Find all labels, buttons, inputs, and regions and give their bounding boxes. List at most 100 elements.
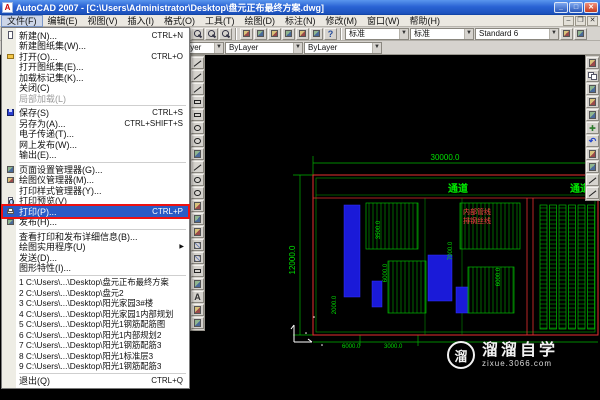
text-style-combo[interactable]: 标准 ▼ — [345, 27, 409, 40]
insert-block-button[interactable] — [191, 200, 204, 212]
polygon-button[interactable] — [191, 96, 204, 108]
draw-toolbar — [190, 55, 205, 331]
dim-6000a-label: 6000.0 — [383, 263, 389, 282]
file-menu: 新建(N)... CTRL+N 新建图纸集(W)... 打开(O)... CTRL+… — [1, 27, 190, 389]
window-maximize-button[interactable]: □ — [569, 2, 583, 13]
polyline-button[interactable] — [191, 83, 204, 95]
move-button[interactable] — [586, 122, 599, 134]
help-button[interactable] — [324, 27, 337, 40]
menu-item-drawing-properties[interactable]: 图形特性(I)... — [3, 263, 188, 273]
tool-palettes-button[interactable] — [268, 27, 281, 40]
toolbar-extra-button-2[interactable] — [574, 27, 587, 40]
zoom-window-button[interactable] — [205, 27, 218, 40]
menu-item-publish[interactable]: 发布(H)... — [3, 217, 188, 227]
hatch-button[interactable] — [191, 239, 204, 251]
extend-button[interactable] — [586, 187, 599, 199]
title-bar: A AutoCAD 2007 - [C:\Users\Administrator… — [0, 0, 600, 15]
document-minimize-button[interactable]: – — [563, 15, 574, 26]
menu-file[interactable]: 文件(F) — [1, 14, 43, 27]
quickcalc-button[interactable] — [310, 27, 323, 40]
dim-7000-label: 7000.0 — [448, 241, 454, 260]
printer-icon — [6, 207, 15, 216]
modify-toolbar — [585, 55, 600, 201]
arc-button[interactable] — [191, 122, 204, 134]
ellipse-arc-button[interactable] — [191, 187, 204, 199]
document-close-button[interactable]: ✕ — [587, 15, 598, 26]
rectangle-button[interactable] — [191, 109, 204, 121]
mirror-button[interactable] — [586, 83, 599, 95]
ellipse-button[interactable] — [191, 174, 204, 186]
chevron-down-icon[interactable]: ▼ — [464, 28, 473, 39]
draw-extra-button[interactable] — [191, 317, 204, 329]
plot-preview-icon — [6, 196, 15, 205]
menu-item-partial-load: 局部加载(L) — [19, 93, 66, 104]
zoom-realtime-button[interactable] — [191, 27, 204, 40]
line-button[interactable] — [191, 57, 204, 69]
menu-modify[interactable]: 修改(M) — [321, 15, 363, 27]
toolbar-extra-button-1[interactable] — [560, 27, 573, 40]
chevron-down-icon[interactable]: ▼ — [293, 42, 302, 53]
menu-view[interactable]: 视图(V) — [83, 15, 123, 27]
chevron-down-icon[interactable]: ▼ — [214, 42, 223, 53]
dim-3500-label: 3500.0 — [376, 220, 382, 239]
markup-set-button[interactable] — [296, 27, 309, 40]
rotate-button[interactable] — [586, 135, 599, 147]
trim-button[interactable] — [586, 174, 599, 186]
menu-item-plot[interactable]: 打印(P)... CTRL+P — [3, 206, 188, 217]
scale-button[interactable] — [586, 148, 599, 160]
text-style-value: 标准 — [349, 29, 365, 38]
table-style-combo[interactable]: Standard 6 ▼ — [475, 27, 559, 40]
properties-button[interactable] — [240, 27, 253, 40]
menu-item-exit[interactable]: 退出(Q) CTRL+Q — [3, 376, 188, 386]
menu-window[interactable]: 窗口(W) — [362, 15, 405, 27]
submenu-arrow-icon: ▶ — [179, 244, 184, 251]
stretch-button[interactable] — [586, 161, 599, 173]
circle-button[interactable] — [191, 135, 204, 147]
designcenter-button[interactable] — [254, 27, 267, 40]
gradient-button[interactable] — [191, 252, 204, 264]
dim-style-value: 标准 — [414, 29, 430, 38]
watermark-brand: 溜溜自学 — [482, 342, 559, 359]
dim-6000b-label: 6000.0 — [496, 267, 502, 286]
array-button[interactable] — [586, 109, 599, 121]
point-button[interactable] — [191, 226, 204, 238]
linetype-combo[interactable]: ByLayer ▼ — [225, 41, 303, 54]
lineweight-combo[interactable]: ByLayer ▼ — [304, 41, 382, 54]
copy-object-button[interactable] — [586, 70, 599, 82]
scale-list-button[interactable] — [191, 304, 204, 316]
toolbar-separator — [340, 27, 342, 40]
menu-draw[interactable]: 绘图(D) — [240, 15, 281, 27]
zoom-previous-button[interactable] — [219, 27, 232, 40]
chevron-down-icon[interactable]: ▼ — [399, 28, 408, 39]
revision-cloud-button[interactable] — [191, 148, 204, 160]
menu-item-export[interactable]: 输出(E)... — [3, 150, 188, 160]
chevron-down-icon[interactable]: ▼ — [372, 42, 381, 53]
region-button[interactable] — [191, 265, 204, 277]
menu-format[interactable]: 格式(O) — [159, 15, 200, 27]
menu-tools[interactable]: 工具(T) — [200, 15, 240, 27]
plotter-manager-icon — [6, 175, 15, 184]
dim-style-combo[interactable]: 标准 ▼ — [410, 27, 474, 40]
offset-button[interactable] — [586, 96, 599, 108]
autocad-app-icon: A — [2, 2, 13, 13]
erase-button[interactable] — [586, 57, 599, 69]
spline-button[interactable] — [191, 161, 204, 173]
linetype-value: ByLayer — [229, 43, 259, 52]
multiline-text-button[interactable] — [191, 291, 204, 303]
menu-edit[interactable]: 编辑(E) — [43, 15, 83, 27]
table-button[interactable] — [191, 278, 204, 290]
window-minimize-button[interactable]: _ — [554, 2, 568, 13]
menu-help[interactable]: 帮助(H) — [405, 15, 446, 27]
make-block-button[interactable] — [191, 213, 204, 225]
menu-item-recent-9[interactable]: 9 C:\Users\...\Desktop\阳光1钢筋配筋3 — [3, 361, 188, 372]
toolbar-separator — [235, 27, 237, 40]
menu-dimension[interactable]: 标注(N) — [280, 15, 321, 27]
menu-insert[interactable]: 插入(I) — [123, 15, 160, 27]
window-close-button[interactable]: ✕ — [584, 2, 598, 13]
construction-line-button[interactable] — [191, 70, 204, 82]
document-restore-button[interactable]: ❐ — [575, 15, 586, 26]
chevron-down-icon[interactable]: ▼ — [549, 28, 558, 39]
dim-bottom1-label: 6000.0 — [342, 344, 361, 350]
sheetset-manager-button[interactable] — [282, 27, 295, 40]
ucs-icon — [290, 324, 313, 343]
